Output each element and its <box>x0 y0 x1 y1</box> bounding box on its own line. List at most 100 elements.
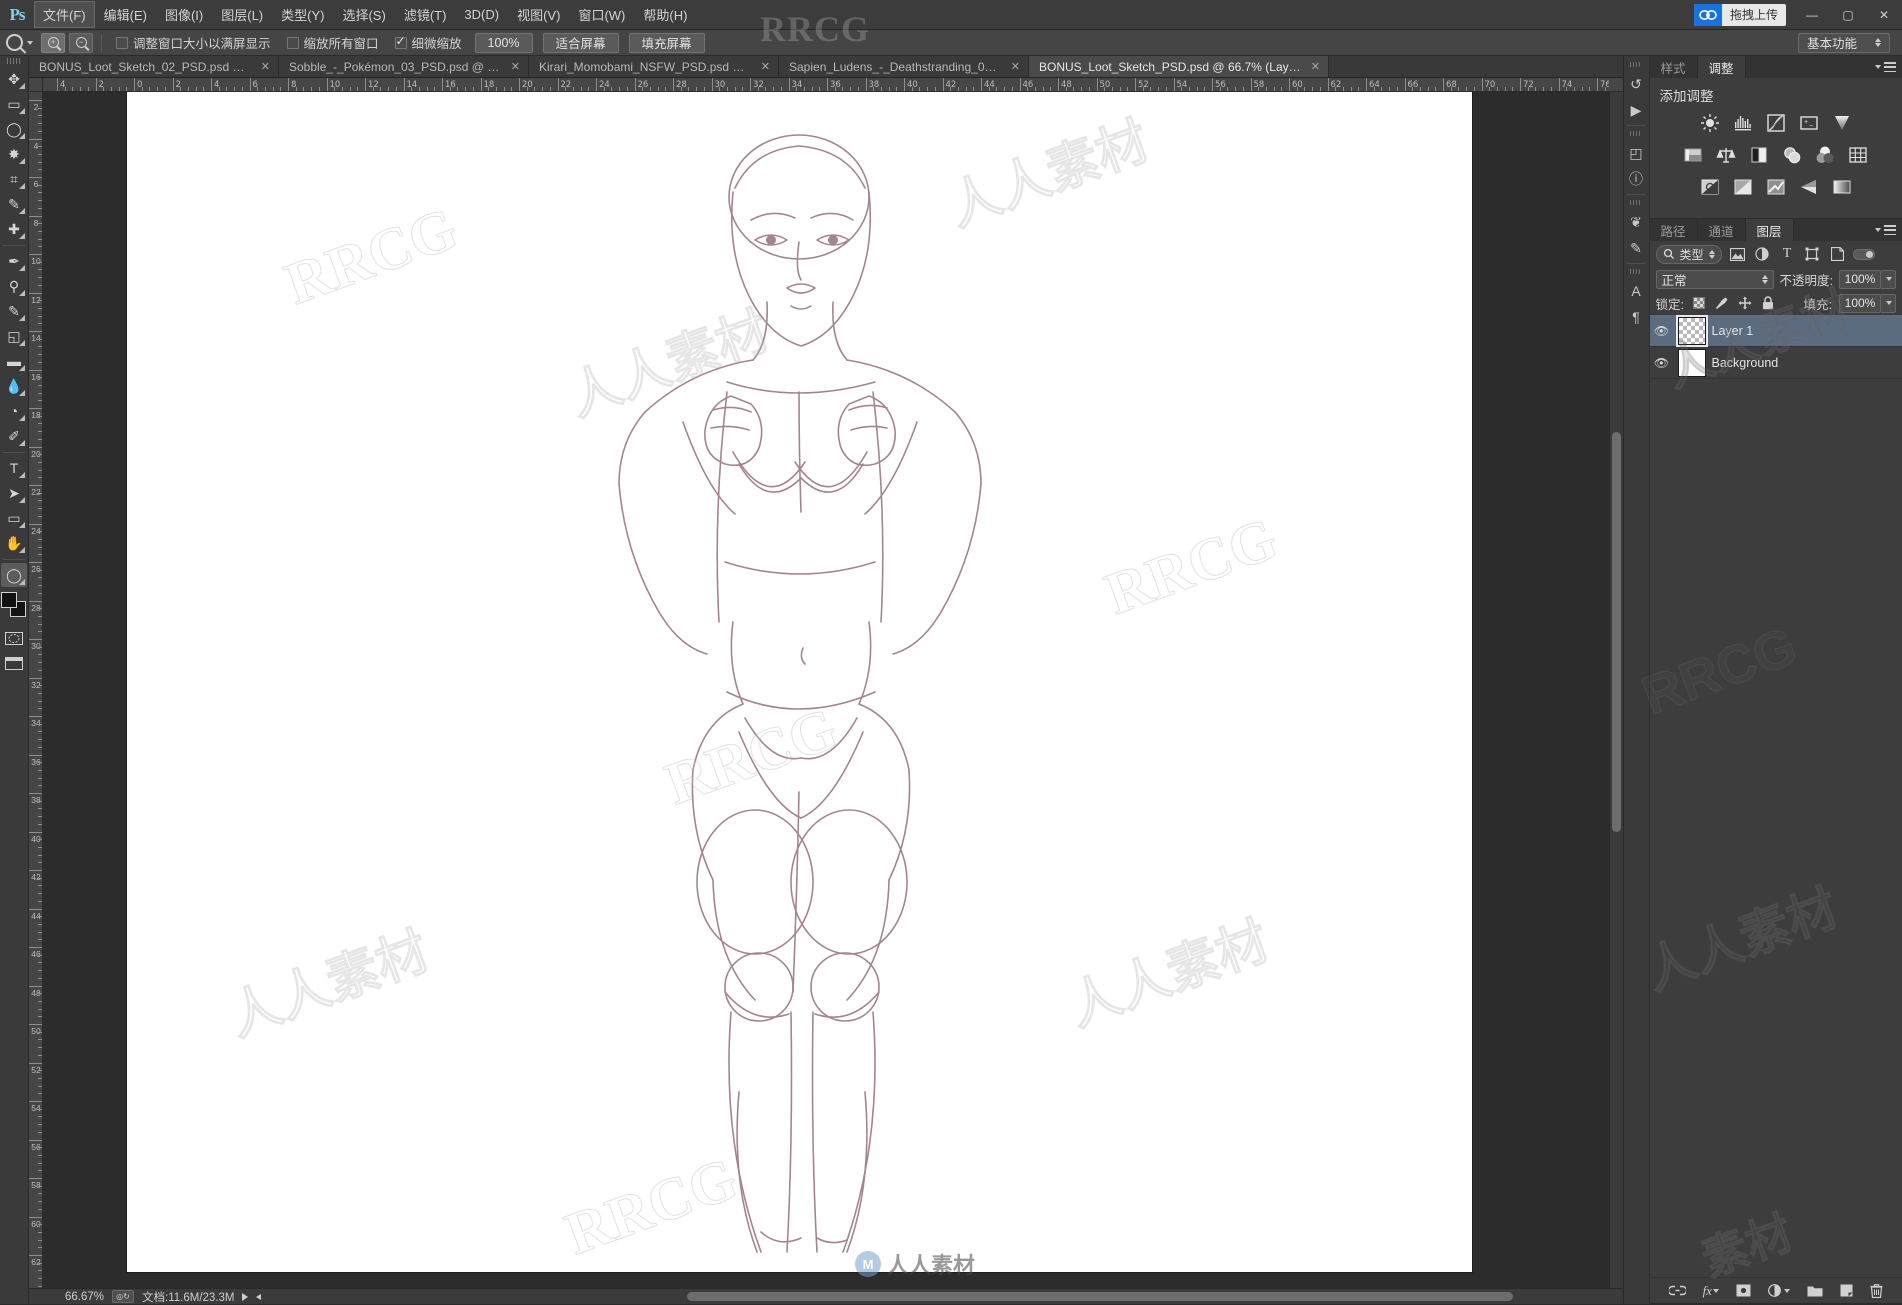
lock-all-icon[interactable] <box>1760 295 1776 311</box>
zoom-all-windows-checkbox[interactable]: 缩放所有窗口 <box>281 33 385 52</box>
3d-icon[interactable]: ◰ <box>1624 140 1648 166</box>
resize-window-checkbox[interactable]: 调整窗口大小以满屏显示 <box>110 33 277 52</box>
fill-dropdown-icon[interactable] <box>1881 293 1896 313</box>
document-tab-0[interactable]: BONUS_Loot_Sketch_02_PSD.psd @ 66.7% (La… <box>29 56 279 77</box>
type-filter-icon[interactable]: T <box>1778 245 1797 264</box>
opacity-value[interactable]: 100% <box>1839 269 1881 289</box>
menu-item-8[interactable]: 视图(V) <box>508 1 569 28</box>
type-tool[interactable]: T <box>1 456 27 480</box>
menu-item-0[interactable]: 文件(F) <box>34 1 95 28</box>
exposure-icon[interactable]: + − <box>1798 112 1820 134</box>
color-lookup-icon[interactable] <box>1847 144 1869 166</box>
menu-item-2[interactable]: 图像(I) <box>156 1 212 28</box>
pen-tool[interactable]: ✐ <box>1 424 27 448</box>
actions-play-icon[interactable]: ▶ <box>1624 97 1648 123</box>
gradient-map-icon[interactable] <box>1798 176 1820 198</box>
layer-visibility-eye-icon[interactable]: 👁 <box>1652 324 1672 338</box>
document-tab-3[interactable]: Sapien_Ludens_-_Deathstranding_04_PSD.ps… <box>779 56 1029 77</box>
canvas-viewport[interactable]: RRCG 人人素材 RRCG 人人素材 RRCG 人人素材 RRCG 人人素材 <box>43 92 1609 1288</box>
move-tool[interactable]: ✥ <box>1 67 27 91</box>
status-expand-icon[interactable] <box>242 1292 249 1301</box>
photo-filter-icon[interactable] <box>1781 144 1803 166</box>
menu-item-1[interactable]: 编辑(E) <box>95 1 156 28</box>
layer-thumbnail[interactable] <box>1675 315 1708 347</box>
eraser-tool[interactable]: ◱ <box>1 324 27 348</box>
document-tab-4[interactable]: BONUS_Loot_Sketch_PSD.psd @ 66.7% (Layer… <box>1029 56 1329 77</box>
layer-row[interactable]: 👁 Layer 1 <box>1649 315 1902 347</box>
quick-mask-icon[interactable] <box>1 626 27 650</box>
menu-item-6[interactable]: 滤镜(T) <box>395 1 456 28</box>
canvas-horizontal-scrollbar[interactable] <box>277 1289 1623 1304</box>
clone-stamp-tool[interactable]: ⚲ <box>1 274 27 298</box>
maximize-button[interactable]: ▢ <box>1830 0 1866 30</box>
opacity-field-group[interactable]: 100% <box>1839 269 1896 289</box>
zoom-tool[interactable]: ◯ <box>1 563 27 587</box>
layer-filter-type-select[interactable]: 类型 <box>1655 244 1722 264</box>
new-layer-icon[interactable] <box>1840 1284 1853 1297</box>
rail-group-grip[interactable] <box>1630 200 1643 205</box>
panel-menu[interactable] <box>1873 219 1902 241</box>
adjustment-filter-icon[interactable] <box>1753 245 1772 264</box>
info-icon[interactable]: ⓘ <box>1624 166 1648 192</box>
horizontal-ruler[interactable]: 4 2 0 2 4 6 8 10 12 14 16 18 20 22 24 26 28 30 32 34 36 38 40 4… <box>43 78 1609 92</box>
menu-item-3[interactable]: 图层(L) <box>212 1 272 28</box>
lock-position-icon[interactable] <box>1737 295 1753 311</box>
filter-enable-toggle[interactable] <box>1852 248 1875 260</box>
brush-settings-icon[interactable]: ✎ <box>1624 235 1648 261</box>
rectangle-tool[interactable]: ▭ <box>1 506 27 530</box>
invert-icon[interactable] <box>1699 176 1721 198</box>
panel-tab-layers_panel-1[interactable]: 通道 <box>1698 219 1746 241</box>
new-adjustment-layer-icon[interactable] <box>1768 1284 1790 1297</box>
upload-button[interactable]: 拖拽上传 <box>1693 3 1786 26</box>
paragraph-icon[interactable]: ¶ <box>1624 304 1648 330</box>
panel-menu[interactable] <box>1873 56 1902 78</box>
curves-icon[interactable] <box>1765 112 1787 134</box>
path-selection-tool[interactable]: ➤ <box>1 481 27 505</box>
menu-item-4[interactable]: 类型(Y) <box>272 1 333 28</box>
opacity-dropdown-icon[interactable] <box>1881 269 1896 289</box>
canvas-vertical-scrollbar[interactable] <box>1608 92 1623 1288</box>
eyedropper-tool[interactable]: ✎ <box>1 192 27 216</box>
color-swatches[interactable] <box>1 592 27 618</box>
hue-saturation-icon[interactable] <box>1682 144 1704 166</box>
rail-group-grip[interactable] <box>1630 269 1643 274</box>
posterize-icon[interactable] <box>1732 176 1754 198</box>
magic-wand-tool[interactable]: ✸ <box>1 142 27 166</box>
zoom-in-button[interactable]: + <box>41 32 65 53</box>
fill-screen-button[interactable]: 填充屏幕 <box>628 32 705 53</box>
rail-group-grip[interactable] <box>1630 62 1643 67</box>
fill-value[interactable]: 100% <box>1839 293 1881 313</box>
fill-field-group[interactable]: 100% <box>1839 293 1896 313</box>
channel-mixer-icon[interactable] <box>1814 144 1836 166</box>
brush-tool[interactable]: ✒ <box>1 249 27 273</box>
layer-style-fx-icon[interactable]: fx <box>1703 1283 1719 1299</box>
chevron-down-icon[interactable] <box>27 40 33 45</box>
marquee-tool[interactable]: ▭ <box>1 92 27 116</box>
rail-group-grip[interactable] <box>1630 131 1643 136</box>
smart-object-filter-icon[interactable] <box>1828 245 1847 264</box>
history-icon[interactable]: ↺ <box>1624 71 1648 97</box>
close-tab-icon[interactable]: ✕ <box>761 60 770 73</box>
history-brush-tool[interactable]: ✎ <box>1 299 27 323</box>
artboard[interactable] <box>127 92 1472 1272</box>
active-tool-indicator[interactable] <box>6 34 33 51</box>
workspace-selector[interactable]: 基本功能 <box>1797 32 1890 53</box>
document-tab-1[interactable]: Sobble_-_Pokémon_03_PSD.psd @ 66.7% (Lay… <box>279 56 529 77</box>
gradient-tool[interactable]: ▬ <box>1 349 27 373</box>
layer-name[interactable]: Layer 1 <box>1712 324 1754 338</box>
dodge-tool[interactable]: ◔ <box>1 399 27 423</box>
healing-brush-tool[interactable]: ✚ <box>1 217 27 241</box>
scrubby-zoom-checkbox[interactable]: 细微缩放 <box>389 33 468 52</box>
crop-tool[interactable]: ⌗ <box>1 167 27 191</box>
panel-tab-adjustments_panel-0[interactable]: 调整 <box>1697 56 1746 78</box>
menu-item-7[interactable]: 3D(D) <box>455 3 508 26</box>
foreground-color-swatch[interactable] <box>1 592 17 608</box>
screen-mode-icon[interactable] <box>1 651 27 675</box>
ruler-corner[interactable] <box>29 78 43 92</box>
blend-mode-select[interactable]: 正常 <box>1655 269 1774 289</box>
close-tab-icon[interactable]: ✕ <box>511 60 520 73</box>
panel-tab-adjustments_panel-1[interactable]: 样式 <box>1650 56 1698 78</box>
layer-row[interactable]: 👁 Background <box>1649 347 1902 379</box>
character-icon[interactable]: A <box>1624 278 1648 304</box>
menu-item-9[interactable]: 窗口(W) <box>569 1 634 28</box>
